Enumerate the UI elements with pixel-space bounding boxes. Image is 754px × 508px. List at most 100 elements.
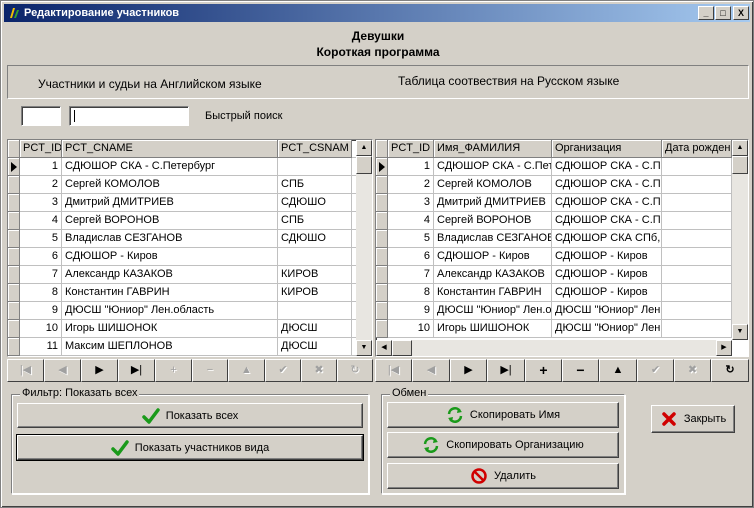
table-cell[interactable] bbox=[662, 158, 732, 176]
row-indicator[interactable] bbox=[8, 230, 20, 248]
table-cell[interactable]: СДЮШОР СКА - С.Петербург bbox=[62, 158, 278, 176]
row-indicator[interactable] bbox=[376, 248, 388, 266]
table-cell[interactable] bbox=[278, 158, 352, 176]
close-window-button[interactable]: X bbox=[733, 6, 749, 20]
table-cell[interactable]: 2 bbox=[388, 176, 434, 194]
table-cell[interactable]: СПБ bbox=[278, 176, 352, 194]
table-row[interactable]: 8 Константин ГАВРИН СДЮШОР - Киров bbox=[376, 284, 732, 302]
column-header-name[interactable]: Имя_ФАМИЛИЯ bbox=[434, 140, 552, 158]
column-header-pct-id[interactable]: PCT_ID bbox=[20, 140, 62, 158]
scroll-thumb[interactable] bbox=[732, 156, 748, 174]
table-cell[interactable]: ДЮСШ bbox=[278, 338, 352, 356]
table-cell[interactable] bbox=[662, 176, 732, 194]
nav-delete-icon[interactable]: − bbox=[192, 359, 228, 382]
row-indicator[interactable] bbox=[8, 284, 20, 302]
table-row[interactable]: 5 Владислав СЕЗГАНОВ СДЮШОР СКА СПб, С bbox=[376, 230, 732, 248]
table-cell[interactable]: СПБ bbox=[278, 212, 352, 230]
scroll-down-arrow-icon[interactable]: ▼ bbox=[356, 340, 372, 356]
table-cell[interactable]: Сергей ВОРОНОВ bbox=[62, 212, 278, 230]
row-indicator[interactable] bbox=[8, 176, 20, 194]
table-row[interactable]: 10 Игорь ШИШОНОК ДЮСШ "Юниор" Лен.о bbox=[376, 320, 732, 338]
nav-refresh-icon[interactable]: ↻ bbox=[337, 359, 373, 382]
table-cell[interactable]: Константин ГАВРИН bbox=[62, 284, 278, 302]
table-row[interactable]: 5 Владислав СЕЗГАНОВ СДЮШО bbox=[8, 230, 356, 248]
nav-edit-icon[interactable]: ▲ bbox=[599, 359, 637, 382]
nav-first-icon[interactable]: |◀ bbox=[7, 359, 44, 382]
right-grid-vertical-scrollbar[interactable]: ▲ ▼ bbox=[732, 140, 748, 340]
table-cell[interactable]: 7 bbox=[388, 266, 434, 284]
table-cell[interactable]: СДЮШОР - Киров bbox=[434, 248, 552, 266]
row-indicator[interactable] bbox=[8, 194, 20, 212]
translation-grid[interactable]: PCT_ID Имя_ФАМИЛИЯ Организация Дата рожд… bbox=[375, 139, 749, 357]
table-cell[interactable]: 11 bbox=[20, 338, 62, 356]
close-button[interactable]: Закрыть bbox=[651, 405, 735, 433]
scroll-down-arrow-icon[interactable]: ▼ bbox=[732, 324, 748, 340]
table-row[interactable]: 11 Максим ШЕПЛОНОВ ДЮСШ bbox=[8, 338, 356, 356]
row-indicator[interactable] bbox=[8, 320, 20, 338]
table-cell[interactable]: СДЮШОР СКА - С.Пете bbox=[434, 158, 552, 176]
table-row[interactable]: 1 СДЮШОР СКА - С.Петербург bbox=[8, 158, 356, 176]
table-cell[interactable]: КИРОВ bbox=[278, 284, 352, 302]
table-cell[interactable] bbox=[662, 302, 732, 320]
table-cell[interactable]: Максим ШЕПЛОНОВ bbox=[62, 338, 278, 356]
table-cell[interactable]: Игорь ШИШОНОК bbox=[434, 320, 552, 338]
copy-organization-button[interactable]: Скопировать Организацию bbox=[387, 432, 619, 458]
table-cell[interactable] bbox=[662, 194, 732, 212]
table-cell[interactable]: 1 bbox=[388, 158, 434, 176]
row-indicator[interactable] bbox=[8, 338, 20, 356]
table-cell[interactable]: 3 bbox=[20, 194, 62, 212]
table-cell[interactable]: 7 bbox=[20, 266, 62, 284]
copy-name-button[interactable]: Скопировать Имя bbox=[387, 402, 619, 428]
table-row[interactable]: 8 Константин ГАВРИН КИРОВ bbox=[8, 284, 356, 302]
row-indicator[interactable] bbox=[376, 230, 388, 248]
row-indicator[interactable] bbox=[376, 194, 388, 212]
table-cell[interactable]: СДЮШО bbox=[278, 194, 352, 212]
table-cell[interactable]: СДЮШОР СКА - С.Пет bbox=[552, 176, 662, 194]
delete-button[interactable]: Удалить bbox=[387, 463, 619, 489]
table-row[interactable]: 9 ДЮСШ "Юниор" Лен.об ДЮСШ "Юниор" Лен.о bbox=[376, 302, 732, 320]
column-header-birthdate[interactable]: Дата рожден bbox=[662, 140, 732, 158]
table-row[interactable]: 10 Игорь ШИШОНОК ДЮСШ bbox=[8, 320, 356, 338]
table-cell[interactable]: Владислав СЕЗГАНОВ bbox=[434, 230, 552, 248]
nav-next-icon[interactable]: ▶ bbox=[81, 359, 118, 382]
row-indicator[interactable] bbox=[376, 320, 388, 338]
table-cell[interactable] bbox=[662, 266, 732, 284]
row-indicator[interactable] bbox=[376, 284, 388, 302]
table-cell[interactable]: 4 bbox=[20, 212, 62, 230]
table-cell[interactable]: 5 bbox=[388, 230, 434, 248]
search-name-input[interactable] bbox=[69, 106, 189, 126]
table-cell[interactable]: СДЮШОР СКА - С.Пет bbox=[552, 212, 662, 230]
row-indicator[interactable] bbox=[8, 266, 20, 284]
scroll-up-arrow-icon[interactable]: ▲ bbox=[356, 140, 372, 156]
row-indicator[interactable] bbox=[8, 248, 20, 266]
row-indicator[interactable] bbox=[8, 212, 20, 230]
current-row-indicator-icon[interactable] bbox=[8, 158, 20, 176]
table-cell[interactable] bbox=[662, 230, 732, 248]
nav-last-icon[interactable]: ▶| bbox=[118, 359, 155, 382]
row-indicator[interactable] bbox=[376, 302, 388, 320]
nav-post-icon[interactable]: ✔ bbox=[637, 359, 674, 382]
search-id-input[interactable] bbox=[21, 106, 61, 126]
nav-prior-icon[interactable]: ◀ bbox=[44, 359, 81, 382]
table-cell[interactable]: Дмитрий ДМИТРИЕВ bbox=[62, 194, 278, 212]
table-cell[interactable] bbox=[278, 302, 352, 320]
row-indicator[interactable] bbox=[376, 266, 388, 284]
table-cell[interactable] bbox=[278, 248, 352, 266]
table-cell[interactable]: ДЮСШ "Юниор" Лен.о bbox=[552, 302, 662, 320]
table-row[interactable]: 6 СДЮШОР - Киров bbox=[8, 248, 356, 266]
left-grid-vertical-scrollbar[interactable]: ▲ ▼ bbox=[356, 140, 372, 356]
table-row[interactable]: 4 Сергей ВОРОНОВ СПБ bbox=[8, 212, 356, 230]
table-row[interactable]: 7 Александр КАЗАКОВ КИРОВ bbox=[8, 266, 356, 284]
table-cell[interactable]: ДЮСШ bbox=[278, 320, 352, 338]
table-cell[interactable]: 5 bbox=[20, 230, 62, 248]
table-cell[interactable]: СДЮШОР - Киров bbox=[552, 248, 662, 266]
show-type-button[interactable]: Показать участников вида bbox=[16, 434, 364, 461]
nav-delete-icon[interactable]: − bbox=[562, 359, 599, 382]
table-row[interactable]: 3 Дмитрий ДМИТРИЕВ СДЮШОР СКА - С.Пет bbox=[376, 194, 732, 212]
table-row[interactable]: 2 Сергей КОМОЛОВ СДЮШОР СКА - С.Пет bbox=[376, 176, 732, 194]
table-cell[interactable]: 8 bbox=[20, 284, 62, 302]
table-cell[interactable]: Александр КАЗАКОВ bbox=[62, 266, 278, 284]
table-cell[interactable]: Сергей КОМОЛОВ bbox=[434, 176, 552, 194]
table-cell[interactable] bbox=[662, 320, 732, 338]
table-cell[interactable]: 9 bbox=[20, 302, 62, 320]
